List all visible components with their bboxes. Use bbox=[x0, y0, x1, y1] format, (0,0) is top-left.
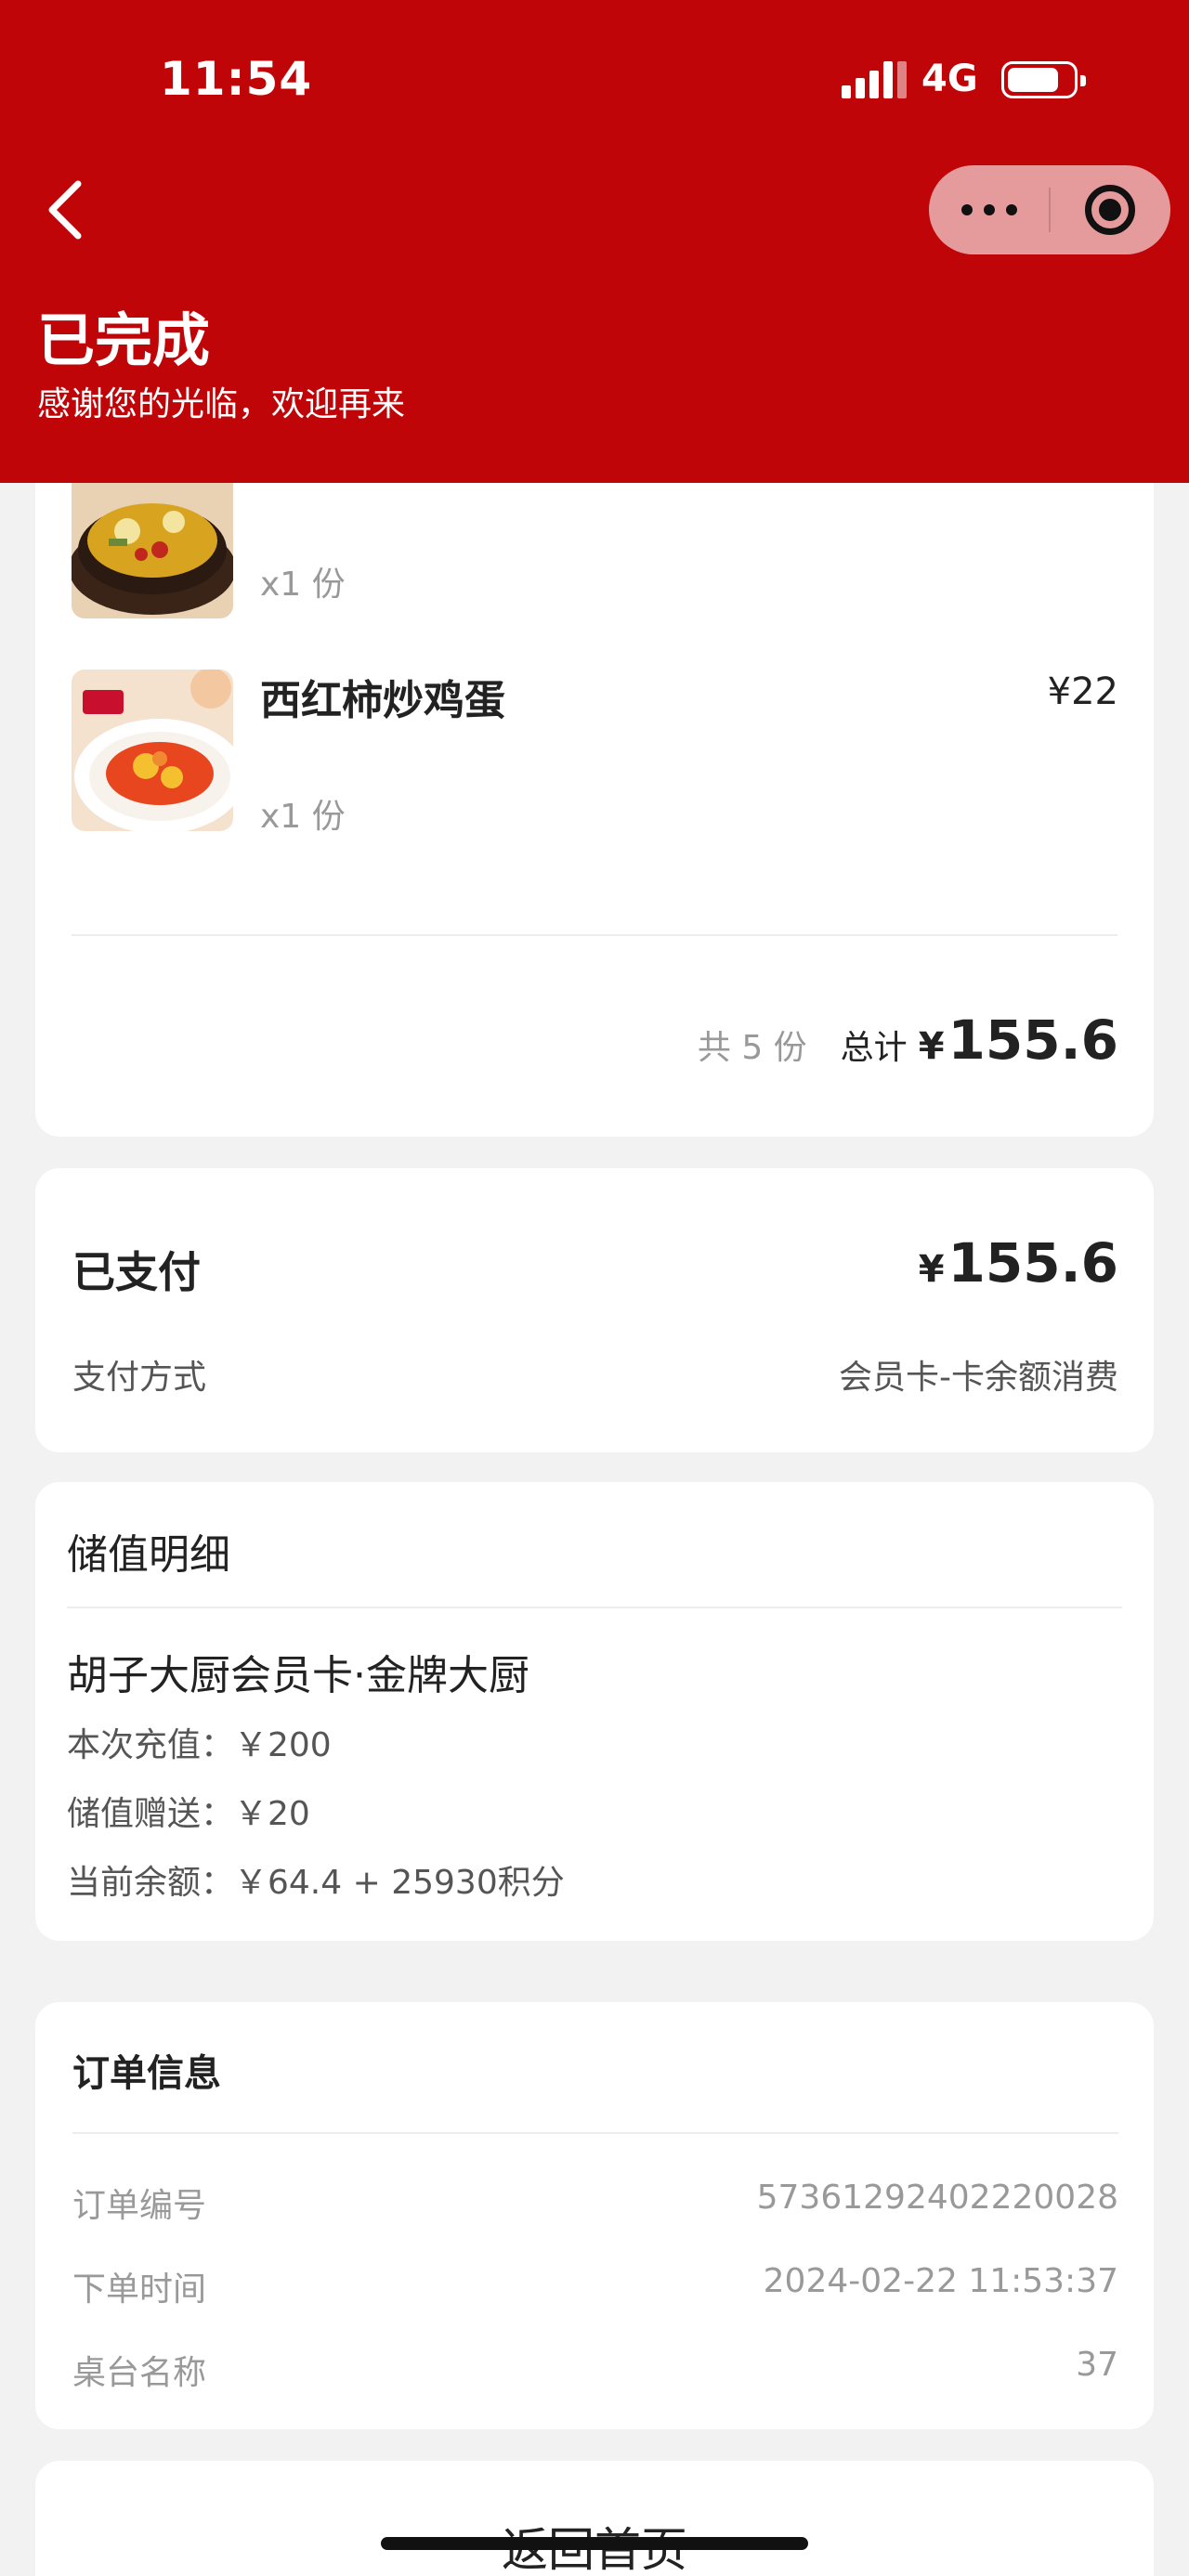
dish-quantity: x1 份 bbox=[260, 566, 346, 604]
signal-icon bbox=[842, 61, 907, 98]
battery-icon bbox=[1001, 61, 1086, 98]
order-info-card: 订单信息 订单编号 57361292402220028 下单时间 2024-02… bbox=[35, 2002, 1154, 2429]
back-button[interactable] bbox=[37, 173, 102, 247]
dish-quantity: x1 份 bbox=[260, 798, 346, 836]
payment-method-label: 支付方式 bbox=[72, 1359, 207, 1397]
order-items-card: x1 份 西红柿炒鸡蛋 x1 份 ¥22 共 5 份 总计 ¥ 155.6 bbox=[35, 418, 1154, 1137]
order-time-label: 下单时间 bbox=[72, 2270, 207, 2309]
payment-amount: ¥ 155.6 bbox=[919, 1231, 1118, 1295]
current-balance: 当前余额：￥64.4 + 25930积分 bbox=[67, 1864, 565, 1902]
order-total: 155.6 bbox=[947, 1008, 1118, 1072]
mini-program-capsule bbox=[929, 165, 1170, 254]
order-summary: 共 5 份 总计 ¥ 155.6 bbox=[698, 1008, 1118, 1072]
status-time: 11:54 bbox=[160, 52, 313, 106]
page-title: 已完成 bbox=[37, 306, 211, 374]
table-name-value: 37 bbox=[1076, 2346, 1118, 2384]
payment-method-value: 会员卡-卡余额消费 bbox=[839, 1359, 1118, 1397]
bonus-amount: 储值赠送：￥20 bbox=[67, 1795, 310, 1833]
payment-status: 已支付 bbox=[72, 1247, 201, 1297]
divider bbox=[72, 2132, 1118, 2134]
footer-card: 返回首页 bbox=[35, 2461, 1154, 2576]
order-info-title: 订单信息 bbox=[72, 2052, 221, 2095]
dish-price: ¥22 bbox=[1047, 670, 1118, 713]
divider bbox=[67, 1607, 1122, 1608]
order-time-value: 2024-02-22 11:53:37 bbox=[763, 2262, 1118, 2300]
payment-card: 已支付 ¥ 155.6 支付方式 会员卡-卡余额消费 bbox=[35, 1168, 1154, 1452]
item-count: 共 5 份 bbox=[697, 1029, 807, 1067]
order-number-value: 57361292402220028 bbox=[756, 2179, 1118, 2217]
divider bbox=[72, 934, 1117, 936]
more-dots-icon[interactable] bbox=[929, 165, 1050, 254]
currency-symbol: ¥ bbox=[918, 1025, 945, 1068]
stored-value-title: 储值明细 bbox=[67, 1531, 230, 1579]
total-label: 总计 bbox=[840, 1029, 908, 1067]
target-close-icon[interactable] bbox=[1050, 165, 1170, 254]
page-header: 11:54 4G 已完成 感谢您的光临，欢迎再来 bbox=[0, 0, 1189, 483]
dish-name: 西红柿炒鸡蛋 bbox=[260, 677, 505, 724]
dish-image-tomato-egg bbox=[72, 670, 233, 831]
network-label: 4G bbox=[921, 58, 978, 100]
member-card-name: 胡子大厨会员卡·金牌大厨 bbox=[67, 1652, 529, 1699]
home-indicator bbox=[381, 2537, 808, 2550]
paid-amount: 155.6 bbox=[947, 1231, 1118, 1295]
recharge-amount: 本次充值：￥200 bbox=[67, 1726, 332, 1764]
currency-symbol: ¥ bbox=[918, 1248, 945, 1291]
page-subtitle: 感谢您的光临，欢迎再来 bbox=[37, 385, 406, 423]
stored-value-card: 储值明细 胡子大厨会员卡·金牌大厨 本次充值：￥200 储值赠送：￥20 当前余… bbox=[35, 1482, 1154, 1941]
table-name-label: 桌台名称 bbox=[72, 2354, 207, 2392]
chevron-left-icon bbox=[48, 180, 82, 240]
order-number-label: 订单编号 bbox=[72, 2187, 207, 2225]
